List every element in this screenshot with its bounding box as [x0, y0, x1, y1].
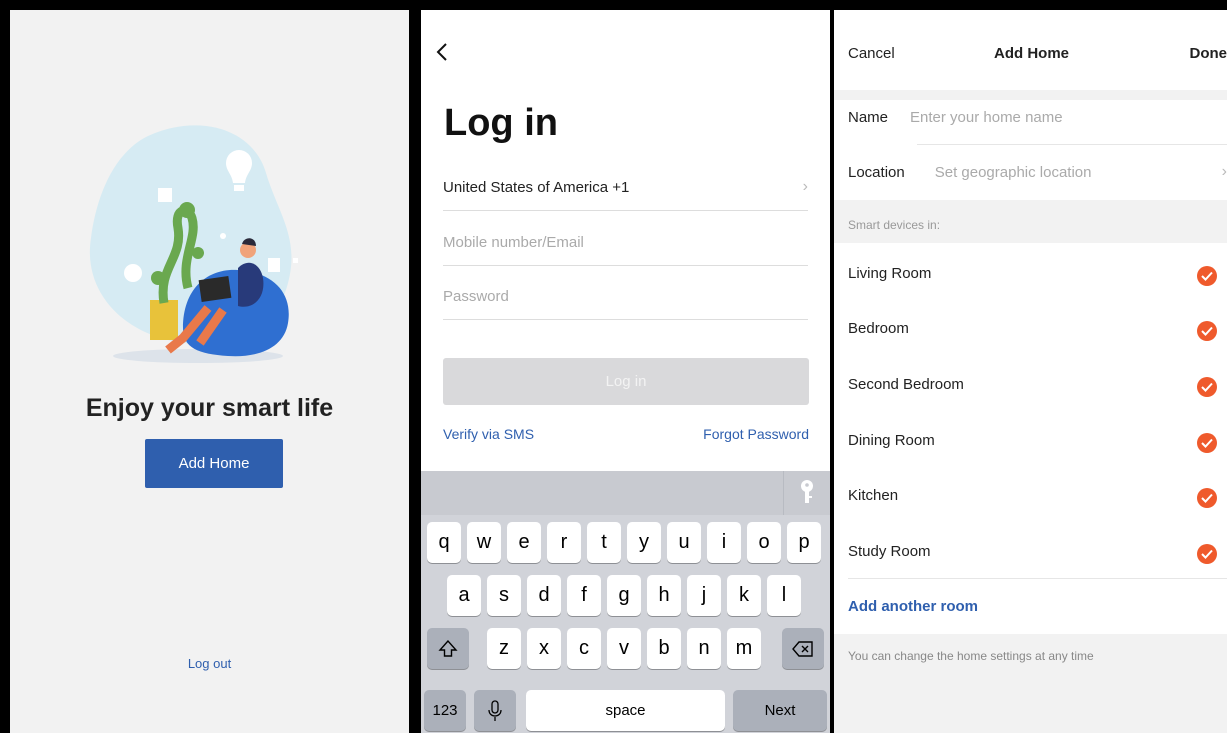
- key-u[interactable]: u: [667, 522, 701, 563]
- back-arrow-icon[interactable]: [433, 40, 453, 64]
- footer-note: You can change the home settings at any …: [848, 649, 1094, 663]
- check-icon[interactable]: [1197, 433, 1217, 453]
- location-input[interactable]: Set geographic location: [935, 164, 1092, 181]
- add-home-screen: Cancel Add Home Done Name Enter your hom…: [834, 10, 1227, 733]
- passwords-key-icon[interactable]: [783, 471, 830, 515]
- key-g[interactable]: g: [607, 575, 641, 616]
- key-z[interactable]: z: [487, 628, 521, 669]
- key-m[interactable]: m: [727, 628, 761, 669]
- key-y[interactable]: y: [627, 522, 661, 563]
- key-c[interactable]: c: [567, 628, 601, 669]
- done-button[interactable]: Done: [1190, 45, 1227, 62]
- shift-icon: [438, 639, 458, 657]
- key-j[interactable]: j: [687, 575, 721, 616]
- name-label: Name: [848, 108, 889, 126]
- keyboard: q w e r t y u i o p a s d f g h j k l z …: [421, 471, 830, 733]
- key-h[interactable]: h: [647, 575, 681, 616]
- room-name: Bedroom: [848, 320, 909, 337]
- login-button[interactable]: Log in: [443, 358, 809, 405]
- backspace-icon: [792, 640, 813, 657]
- room-row[interactable]: Dining Room: [848, 413, 1227, 468]
- check-icon[interactable]: [1197, 377, 1217, 397]
- key-r[interactable]: r: [547, 522, 581, 563]
- footer-note-area: You can change the home settings at any …: [834, 634, 1227, 733]
- section-header: Smart devices in:: [834, 200, 1227, 243]
- location-label: Location: [848, 163, 905, 181]
- verify-sms-link[interactable]: Verify via SMS: [443, 426, 534, 442]
- key-x[interactable]: x: [527, 628, 561, 669]
- delete-key[interactable]: [782, 628, 824, 669]
- divider: [848, 578, 1227, 579]
- key-f[interactable]: f: [567, 575, 601, 616]
- room-name: Dining Room: [848, 432, 935, 449]
- room-name: Study Room: [848, 543, 931, 560]
- check-icon[interactable]: [1197, 544, 1217, 564]
- key-p[interactable]: p: [787, 522, 821, 563]
- key-i[interactable]: i: [707, 522, 741, 563]
- chevron-right-icon: ›: [1221, 163, 1227, 180]
- check-icon[interactable]: [1197, 266, 1217, 286]
- page-title: Log in: [444, 102, 558, 144]
- shift-key[interactable]: [427, 628, 469, 669]
- room-name: Kitchen: [848, 487, 899, 504]
- key-l[interactable]: l: [767, 575, 801, 616]
- room-row[interactable]: Kitchen: [848, 468, 1227, 523]
- room-row[interactable]: Second Bedroom: [848, 357, 1227, 412]
- dictation-key[interactable]: [474, 690, 516, 731]
- home-name-input[interactable]: Enter your home name: [910, 109, 1063, 126]
- home-empty-title: Enjoy your smart life: [85, 394, 334, 422]
- next-key[interactable]: Next: [733, 690, 827, 731]
- room-name: Second Bedroom: [848, 376, 964, 393]
- numbers-key[interactable]: 123: [424, 690, 466, 731]
- key-a[interactable]: a: [447, 575, 481, 616]
- key-d[interactable]: d: [527, 575, 561, 616]
- key-o[interactable]: o: [747, 522, 781, 563]
- room-row[interactable]: Living Room: [848, 246, 1227, 301]
- key-b[interactable]: b: [647, 628, 681, 669]
- smart-devices-label: Smart devices in:: [848, 218, 941, 232]
- key-k[interactable]: k: [727, 575, 761, 616]
- key-v[interactable]: v: [607, 628, 641, 669]
- nav-bar: Cancel Add Home Done: [834, 10, 1227, 90]
- room-name: Living Room: [848, 265, 932, 282]
- key-e[interactable]: e: [507, 522, 541, 563]
- country-value: United States of America +1: [443, 178, 630, 196]
- home-screen: Enjoy your smart life Add Home Log out: [10, 10, 409, 733]
- space-key[interactable]: space: [526, 690, 725, 731]
- page-title: Add Home: [994, 45, 1069, 62]
- forgot-password-link[interactable]: Forgot Password: [703, 426, 809, 442]
- microphone-icon: [488, 699, 502, 721]
- password-input[interactable]: Password: [443, 273, 808, 320]
- add-home-button[interactable]: Add Home: [145, 439, 283, 488]
- key-s[interactable]: s: [487, 575, 521, 616]
- username-placeholder: Mobile number/Email: [443, 233, 584, 251]
- add-room-link[interactable]: Add another room: [848, 598, 978, 615]
- keyboard-toolbar: [421, 471, 830, 515]
- country-selector[interactable]: United States of America +1 ›: [443, 164, 808, 211]
- room-row[interactable]: Study Room: [848, 524, 1227, 579]
- key-q[interactable]: q: [427, 522, 461, 563]
- room-row[interactable]: Bedroom: [848, 301, 1227, 356]
- location-field[interactable]: Location Set geographic location ›: [848, 145, 1227, 199]
- smart-life-illustration: [89, 125, 298, 363]
- login-screen: Log in United States of America +1 › Mob…: [421, 10, 830, 733]
- check-icon[interactable]: [1197, 488, 1217, 508]
- chevron-right-icon: ›: [802, 178, 808, 195]
- key-w[interactable]: w: [467, 522, 501, 563]
- username-input[interactable]: Mobile number/Email: [443, 219, 808, 266]
- key-n[interactable]: n: [687, 628, 721, 669]
- cancel-button[interactable]: Cancel: [848, 45, 895, 62]
- check-icon[interactable]: [1197, 321, 1217, 341]
- password-placeholder: Password: [443, 287, 509, 305]
- home-name-field[interactable]: Name Enter your home name: [848, 90, 1227, 144]
- logout-link[interactable]: Log out: [10, 656, 409, 671]
- key-t[interactable]: t: [587, 522, 621, 563]
